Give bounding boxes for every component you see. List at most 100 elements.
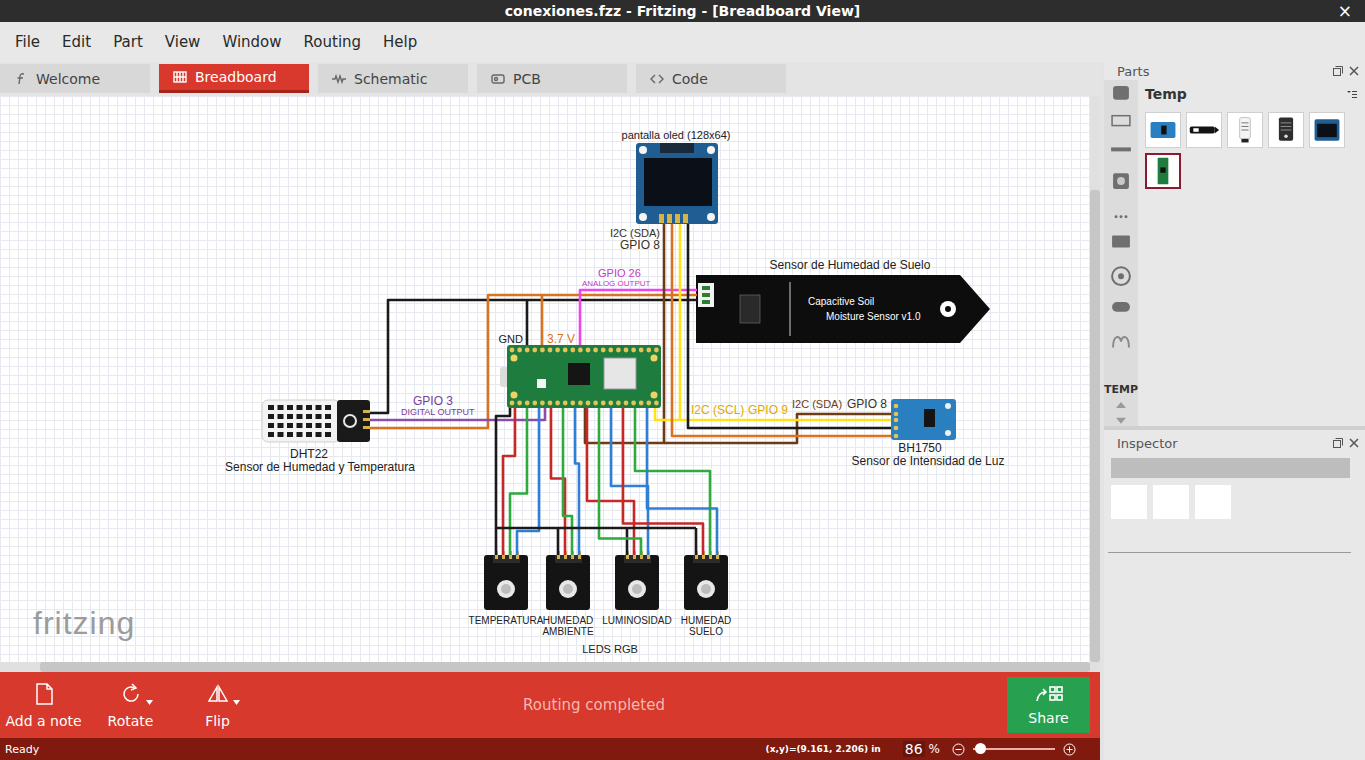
wire[interactable] [526, 300, 529, 345]
view-tab[interactable]: PCB [477, 64, 627, 93]
wire-annotation: I2C (SDA) [792, 398, 842, 410]
fritzing-watermark: fritzing [33, 605, 135, 641]
window-title: conexiones.fzz - Fritzing - [Breadboard … [505, 3, 860, 19]
horizontal-scrollbar[interactable] [0, 662, 1090, 672]
rgb-led-module[interactable]: HUMEDADAMBIENTE [542, 551, 593, 637]
share-button[interactable]: Share [1007, 677, 1090, 733]
raspberry-pi-pico[interactable] [500, 345, 661, 408]
oled-display[interactable] [636, 143, 718, 224]
circuit-diagram: fritzingpantalla oled (128x64)Sensor de … [0, 96, 1090, 662]
zoom-out-icon[interactable] [952, 743, 965, 756]
cursor-coordinates: (x,y)=(9.161, 2.206) in [766, 744, 881, 754]
bin-tab[interactable]: TEMP [1104, 383, 1138, 396]
rgb-led-module[interactable]: TEMPERATURA [469, 551, 544, 626]
dht22-sensor[interactable] [262, 400, 370, 442]
part-thumbnail[interactable] [1227, 112, 1263, 148]
share-icon [1035, 685, 1063, 707]
wire[interactable] [370, 408, 545, 420]
wire[interactable] [370, 300, 697, 413]
tab-label: Welcome [36, 71, 100, 87]
bin-icons[interactable] [1109, 82, 1133, 379]
schematic-icon [332, 72, 346, 86]
vertical-scrollbar[interactable] [1090, 96, 1100, 672]
bh1750-icon [1147, 114, 1179, 146]
dropdown-arrow-icon [233, 700, 240, 705]
rgb-led-module[interactable]: HUMEDADSUELO [681, 551, 732, 637]
toolbar-button[interactable]: Rotate [87, 681, 174, 729]
led-wire[interactable] [563, 408, 572, 555]
rotate-icon [118, 681, 144, 707]
close-icon[interactable] [1349, 66, 1359, 76]
menu-item[interactable]: Edit [51, 33, 102, 51]
led-wire[interactable] [575, 408, 579, 555]
note-icon [31, 681, 57, 707]
led-wire[interactable] [517, 408, 539, 555]
led-label: LUMINOSIDAD [602, 615, 671, 626]
led-wire[interactable] [496, 527, 696, 530]
zoom-field[interactable]: 86 [903, 741, 925, 757]
bin-menu-icon[interactable] [1347, 90, 1357, 99]
wire[interactable] [541, 295, 544, 345]
menu-item[interactable]: Part [102, 33, 154, 51]
wire[interactable] [672, 224, 891, 436]
toolbar-button[interactable]: Flip [174, 681, 261, 729]
view-tab[interactable]: Code [636, 64, 786, 93]
wire[interactable] [688, 224, 891, 428]
scroll-arrows-icon[interactable] [1115, 400, 1127, 426]
menu-item[interactable]: Window [211, 33, 292, 51]
view-preview [1111, 485, 1147, 519]
oled-icon [1311, 114, 1343, 146]
led-wire[interactable] [647, 408, 717, 555]
part-thumbnail[interactable] [1268, 112, 1304, 148]
breadboard-canvas[interactable]: fritzingpantalla oled (128x64)Sensor de … [0, 96, 1090, 662]
inspector-title: Inspector [1117, 436, 1178, 451]
wire-annotation: GND [499, 333, 524, 345]
close-icon[interactable] [1349, 438, 1359, 448]
rgb-led-module[interactable]: LUMINOSIDAD [602, 551, 671, 626]
led-label: TEMPERATURA [469, 615, 544, 626]
menu-item[interactable]: Routing [293, 33, 373, 51]
part-thumbnail[interactable] [1145, 153, 1181, 189]
led-label: HUMEDAD [543, 615, 594, 626]
menu-item[interactable]: Help [372, 33, 428, 51]
float-icon[interactable] [1333, 66, 1343, 76]
menu-item[interactable]: View [154, 33, 212, 51]
float-icon[interactable] [1333, 438, 1343, 448]
led-label: SUELO [689, 626, 723, 637]
led-wire[interactable] [557, 528, 560, 555]
part-thumbnail[interactable] [1145, 112, 1181, 148]
soil-moisture-sensor[interactable] [696, 275, 990, 343]
part-thumbnail[interactable] [1186, 112, 1222, 148]
wire-annotation: I2C (SCL) [691, 403, 744, 417]
part-thumbnail[interactable] [1309, 112, 1345, 148]
bh1750-description: Sensor de Intensidad de Luz [852, 454, 1005, 468]
led-wire[interactable] [510, 408, 527, 555]
status-text: Ready [5, 743, 39, 756]
view-preview [1153, 485, 1189, 519]
wire[interactable] [679, 224, 682, 420]
view-tab[interactable]: Breadboard [159, 64, 309, 93]
probe-icon [1188, 114, 1220, 146]
zoom-in-icon[interactable] [1063, 743, 1076, 756]
wire-annotation: ANALOG OUTPUT [582, 279, 651, 288]
led-wire[interactable] [695, 528, 698, 555]
bh1750-sensor[interactable] [891, 399, 956, 440]
led-wire[interactable] [626, 528, 629, 555]
zoom-slider[interactable] [973, 743, 1055, 755]
fritzing-window: conexiones.fzz - Fritzing - [Breadboard … [0, 0, 1365, 760]
close-button[interactable]: × [1338, 0, 1352, 22]
menu-item[interactable]: File [4, 33, 51, 51]
bin-list: TEMP [1104, 80, 1138, 426]
view-tab[interactable]: Schematic [318, 64, 468, 93]
toolbar-button[interactable]: Add a note [0, 681, 87, 729]
parts-bin: Temp [1138, 80, 1365, 426]
title-bar: conexiones.fzz - Fritzing - [Breadboard … [0, 0, 1365, 22]
status-bar: Ready(x,y)=(9.161, 2.206) in86% [0, 738, 1100, 760]
pico-icon [1147, 155, 1179, 187]
parts-panel: PartsTEMPTemp [1104, 62, 1365, 426]
view-tab[interactable]: Welcome [0, 64, 150, 93]
wire[interactable] [585, 224, 664, 443]
wire-annotation: GPIO 26 [598, 267, 641, 279]
inspector-panel: Inspector [1104, 430, 1365, 760]
led-wire[interactable] [611, 408, 648, 555]
